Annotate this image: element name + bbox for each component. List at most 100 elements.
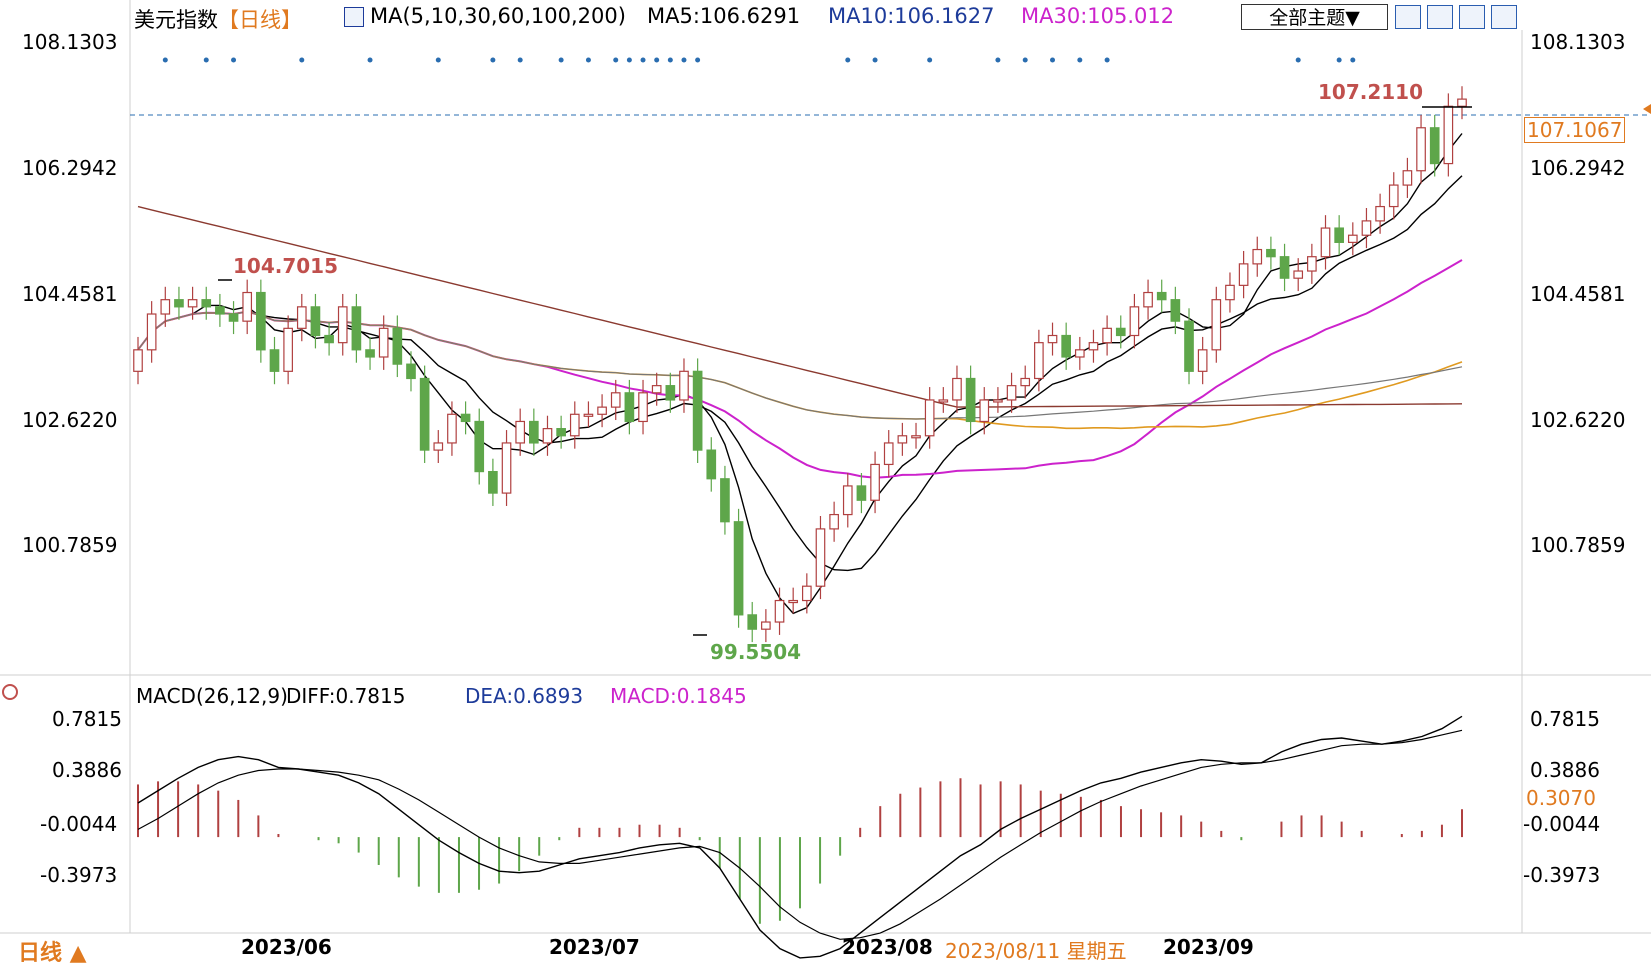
price-tick-left: 100.7859 [22, 533, 118, 557]
signal-dot [1022, 57, 1028, 63]
signal-dot [367, 57, 373, 63]
candle-body [1266, 248, 1276, 258]
candle-body [542, 428, 553, 444]
price-tick-right: 102.6220 [1530, 408, 1626, 432]
candle-body [679, 370, 689, 401]
candle-body [160, 299, 171, 315]
candle-body [133, 349, 143, 372]
grid-layout-icon[interactable] [1395, 5, 1421, 29]
price-tick-right: 108.1303 [1530, 30, 1626, 54]
candle-body [829, 513, 839, 530]
candle-body [215, 306, 225, 315]
candle-body [406, 363, 416, 380]
candle-body [1034, 342, 1044, 380]
candle-body [392, 327, 403, 365]
play-icon[interactable] [1459, 5, 1485, 29]
signal-dot [995, 57, 1001, 63]
macd-panel [137, 715, 1463, 959]
signal-dot [667, 57, 673, 63]
signal-dot [558, 57, 564, 63]
price-tick-left: 104.4581 [22, 282, 118, 306]
chart-canvas [0, 0, 1651, 959]
peak-price-annotation: 104.7015 [233, 254, 339, 278]
price-tick-right: 104.4581 [1530, 282, 1626, 306]
candle-body [365, 349, 375, 358]
candle-body [1020, 377, 1031, 387]
macd-indicator-icon[interactable] [2, 684, 18, 700]
candle-body [1143, 291, 1153, 308]
signal-dot [490, 57, 496, 63]
macd-params: MACD(26,12,9) [136, 684, 288, 708]
price-tick-left: 102.6220 [22, 408, 118, 432]
split-view-icon[interactable] [1427, 5, 1453, 29]
candle-body [1225, 284, 1235, 301]
high-price-annotation: 107.2110 [1318, 80, 1424, 104]
candle-body [938, 399, 949, 403]
date-label: 2023/07 [549, 935, 640, 959]
price-tick-left: 106.2942 [22, 156, 118, 180]
candle-body [911, 435, 921, 439]
candle-body [842, 485, 853, 516]
macd-tick-left: 0.7815 [52, 707, 122, 731]
candle-body [1238, 263, 1249, 286]
candle-body [378, 327, 389, 358]
macd-tick-right: 0.3886 [1530, 758, 1600, 782]
candle-body [747, 614, 758, 630]
candle-body [1074, 349, 1085, 358]
candle-body [474, 420, 485, 473]
candle-body [1088, 342, 1099, 351]
signal-dot [1050, 57, 1056, 63]
candle-body [1293, 270, 1304, 279]
index-title: 美元指数 [134, 8, 218, 32]
candle-body [351, 306, 362, 351]
candle-body [761, 621, 771, 630]
candle-body [1402, 170, 1413, 186]
ma-settings-icon[interactable] [344, 7, 364, 27]
candle-body [597, 406, 607, 415]
candle-body [324, 334, 334, 344]
candle-body [610, 392, 621, 408]
signal-dot [162, 57, 168, 63]
candle-body [242, 291, 253, 322]
candle-body [460, 413, 471, 423]
candle-body [256, 291, 266, 351]
candle-body [556, 428, 566, 437]
candle-body [733, 521, 744, 616]
macd-tick-left: -0.0044 [40, 812, 118, 836]
candle-body [269, 349, 280, 372]
candle-body [870, 463, 880, 501]
period-label[interactable]: 【日线】 [218, 4, 302, 34]
candle-body [1375, 205, 1385, 222]
candle-body [706, 449, 717, 480]
candle-body [433, 442, 444, 451]
candle-body [856, 485, 867, 501]
candle-body [1361, 220, 1372, 236]
candlesticks [133, 86, 1467, 643]
candle-body [993, 399, 1003, 403]
candle-body [187, 299, 198, 308]
macd-tick-right: 0.7815 [1530, 707, 1600, 731]
candle-body [720, 478, 730, 523]
candle-body [1279, 256, 1290, 279]
ma200-line [137, 205, 1463, 408]
macd-current-tag: 0.3070 [1526, 786, 1596, 810]
signal-dot [203, 57, 209, 63]
candle-body [665, 385, 676, 401]
macd-tick-left: -0.3973 [40, 863, 118, 887]
macd-tick-right: -0.3973 [1523, 863, 1601, 887]
candle-body [924, 399, 935, 437]
signal-dot [927, 57, 933, 63]
candle-body [1061, 334, 1071, 358]
candle-body [569, 413, 580, 437]
candle-body [692, 370, 703, 451]
candle-body [1211, 299, 1222, 351]
signal-dot [1295, 57, 1301, 63]
moving-average-lines [137, 133, 1463, 615]
period-selector-button[interactable]: 日线 ▲ [18, 935, 87, 967]
theme-dropdown-button[interactable]: 全部主题▼ [1241, 4, 1388, 30]
right-edge-arrow-icon [1643, 104, 1651, 114]
fast-forward-icon[interactable] [1491, 5, 1517, 29]
frame [0, 0, 1651, 934]
candle-body [146, 313, 157, 351]
candle-body [1047, 334, 1058, 344]
